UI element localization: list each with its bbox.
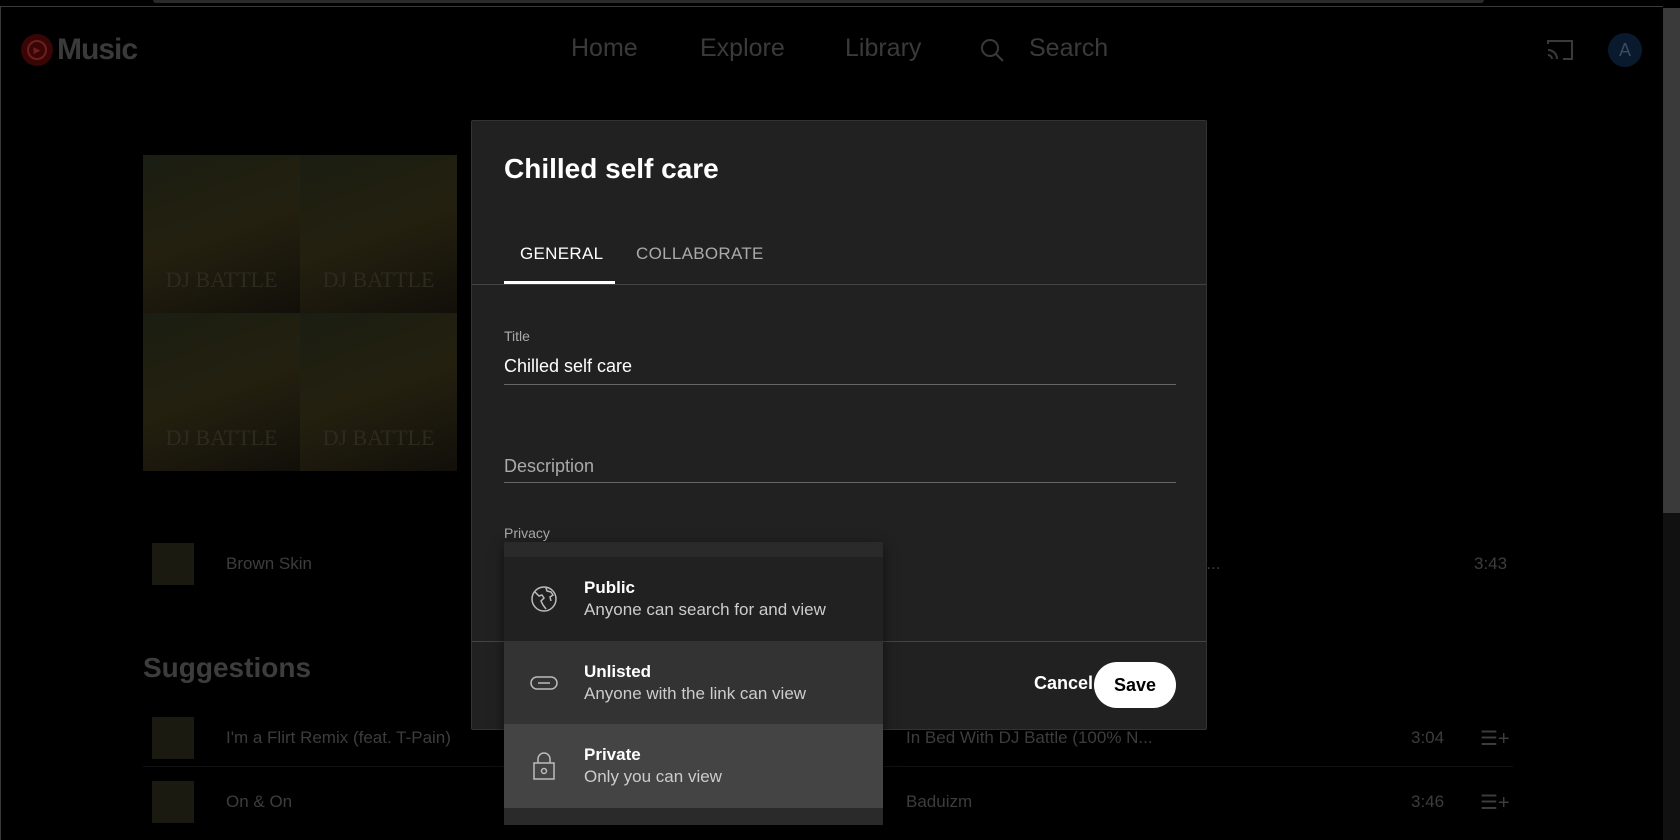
title-underline <box>504 384 1176 385</box>
option-label: Unlisted <box>584 662 652 681</box>
logo-text: Music <box>57 33 138 66</box>
privacy-dropdown[interactable]: Public Anyone can search for and view Unl… <box>504 542 883 825</box>
privacy-option-public[interactable]: Public Anyone can search for and view <box>504 557 883 641</box>
cancel-button[interactable]: Cancel <box>1034 673 1093 694</box>
suggestion-title[interactable]: I'm a Flirt Remix (feat. T-Pain) <box>226 728 451 748</box>
playlist-art: DJ BATTLE DJ BATTLE DJ BATTLE DJ BATTLE <box>143 155 457 471</box>
add-to-playlist-icon[interactable]: ☰+ <box>1480 726 1510 751</box>
tab-general[interactable]: GENERAL <box>520 244 603 264</box>
nav-explore[interactable]: Explore <box>700 34 785 63</box>
scrollbar-thumb[interactable] <box>1663 8 1680 513</box>
option-description: Anyone with the link can view <box>584 684 807 703</box>
search-icon[interactable] <box>979 37 1005 63</box>
tab-collaborate[interactable]: COLLABORATE <box>636 244 764 264</box>
option-description: Only you can view <box>584 767 722 786</box>
suggestion-duration: 3:46 <box>1411 792 1445 811</box>
track-thumbnail <box>152 543 194 585</box>
privacy-label: Privacy <box>504 525 550 541</box>
track-thumbnail <box>152 717 194 759</box>
option-label: Private <box>584 745 641 764</box>
track-thumbnail <box>152 781 194 823</box>
suggestion-duration: 3:04 <box>1411 728 1445 747</box>
nav-home[interactable]: Home <box>571 34 638 63</box>
globe-icon <box>531 586 557 612</box>
title-label: Title <box>504 328 530 344</box>
privacy-option-unlisted[interactable]: Unlisted Anyone with the link can view <box>504 641 883 725</box>
description-input[interactable]: Description <box>504 456 594 477</box>
scrollbar[interactable] <box>1663 8 1680 840</box>
track-title[interactable]: Brown Skin <box>226 554 312 574</box>
play-icon: ▶ <box>21 34 53 66</box>
suggestion-album[interactable]: In Bed With DJ Battle (100% N... <box>906 728 1153 748</box>
browser-top-bar <box>153 0 1484 3</box>
suggestion-album[interactable]: Baduizm <box>906 792 972 812</box>
privacy-option-private[interactable]: Private Only you can view <box>504 724 883 808</box>
link-icon <box>530 676 558 690</box>
suggestions-heading: Suggestions <box>143 652 312 683</box>
avatar[interactable]: A <box>1608 33 1642 67</box>
dialog-title: Chilled self care <box>504 153 719 184</box>
suggestion-title[interactable]: On & On <box>226 792 292 812</box>
logo[interactable]: ▶ Music <box>21 33 138 67</box>
option-label: Public <box>584 578 636 597</box>
save-button[interactable]: Save <box>1094 662 1176 708</box>
search-button[interactable]: Search <box>1029 34 1108 63</box>
track-duration: 3:43 <box>1474 554 1508 573</box>
tabs-divider <box>472 284 1206 285</box>
nav-library[interactable]: Library <box>845 34 921 63</box>
title-input[interactable]: Chilled self care <box>504 356 632 377</box>
description-underline <box>504 482 1176 483</box>
lock-icon <box>533 752 555 780</box>
cast-icon[interactable] <box>1546 38 1574 62</box>
option-description: Anyone can search for and view <box>584 600 826 619</box>
add-to-playlist-icon[interactable]: ☰+ <box>1480 790 1510 815</box>
